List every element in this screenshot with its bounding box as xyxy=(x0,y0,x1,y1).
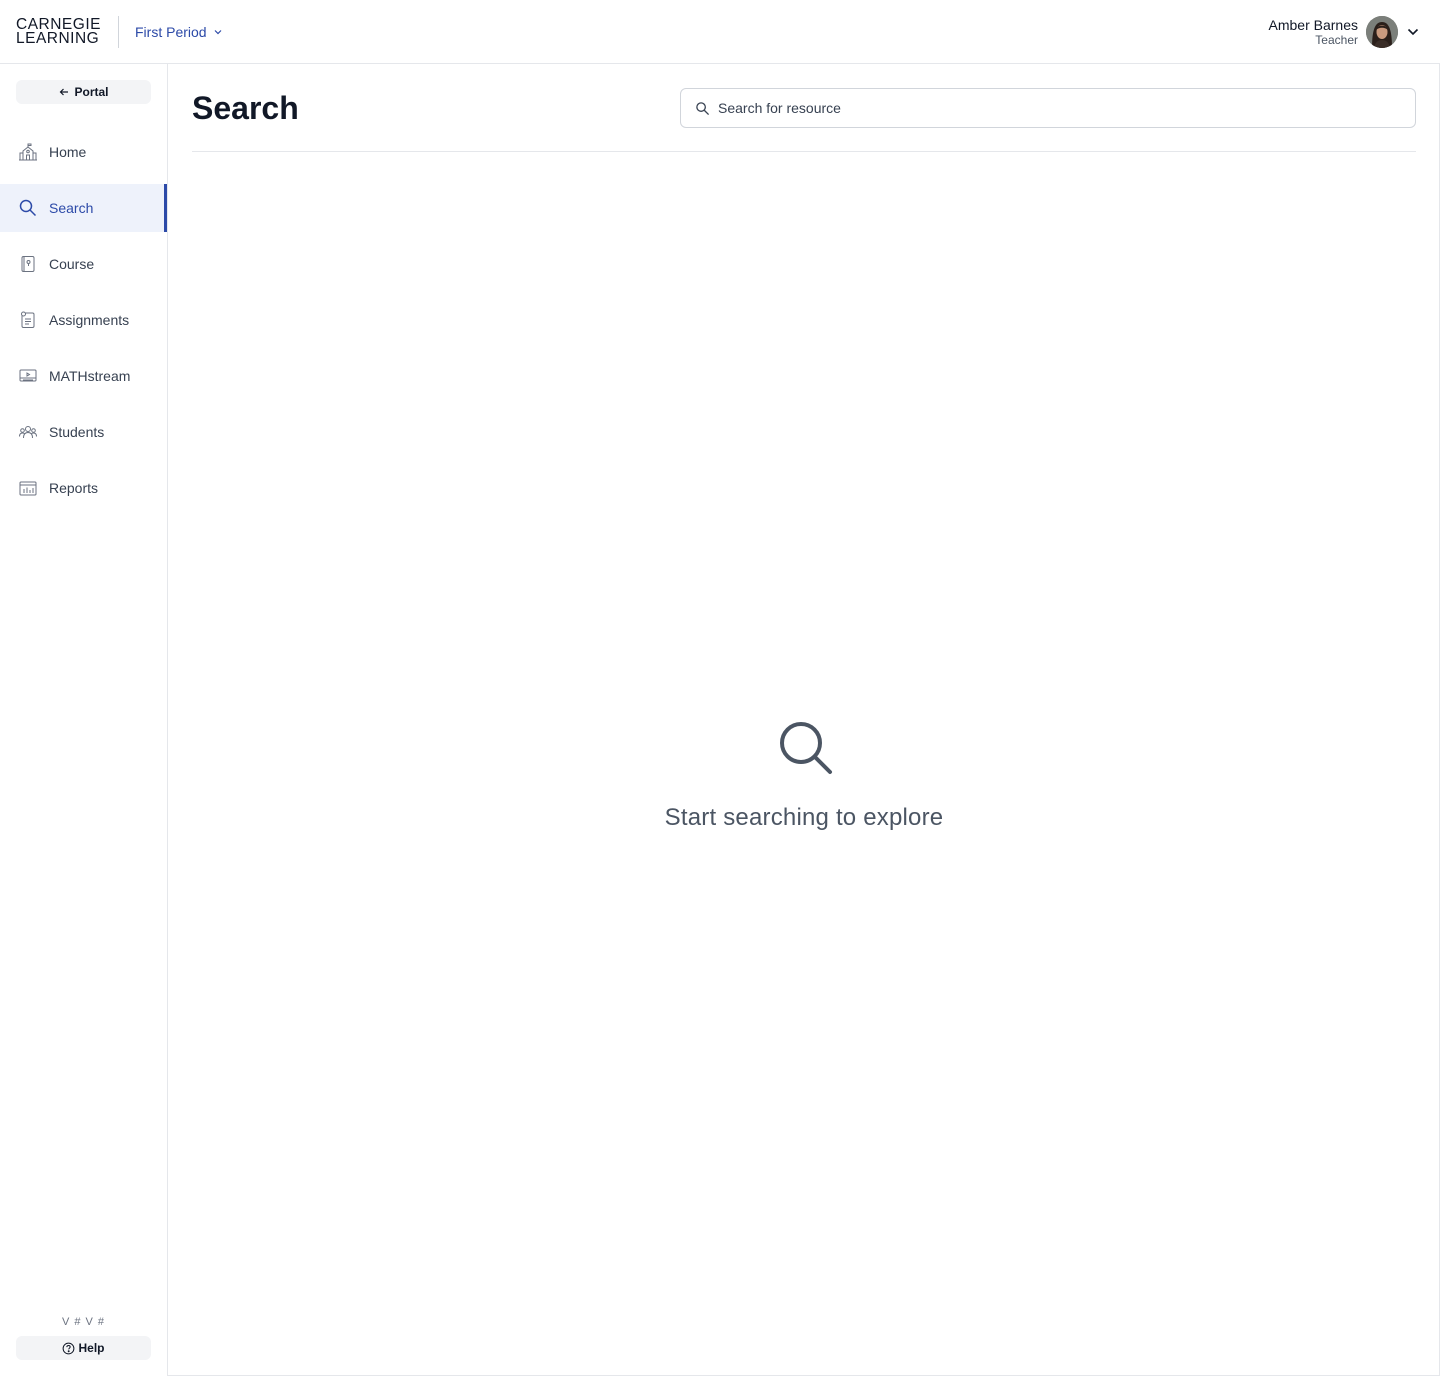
version-label: V # V # xyxy=(61,1316,106,1328)
sidebar-item-home[interactable]: Home xyxy=(0,128,167,176)
sidebar-item-label: Reports xyxy=(49,480,99,496)
avatar-portrait-icon xyxy=(1366,16,1398,48)
logo-line-2: LEARNING xyxy=(16,30,100,47)
reports-icon xyxy=(19,481,37,496)
sidebar-item-label: MATHstream xyxy=(49,368,131,384)
sidebar-item-label: Search xyxy=(49,200,94,216)
class-selector[interactable]: First Period xyxy=(135,22,223,42)
top-bar: CARNEGIE LEARNING First Period Amber Bar… xyxy=(0,0,1440,64)
assignment-icon xyxy=(21,311,35,328)
school-icon xyxy=(19,143,37,161)
carnegie-learning-logo[interactable]: CARNEGIE LEARNING xyxy=(16,17,104,47)
user-role: Teacher xyxy=(1315,33,1358,47)
sidebar-item-course[interactable]: Course xyxy=(0,240,167,288)
video-icon xyxy=(19,369,37,382)
help-button-label: Help xyxy=(78,1341,105,1355)
help-button[interactable]: Help xyxy=(16,1336,151,1360)
sidebar-item-reports[interactable]: Reports xyxy=(0,464,167,512)
empty-state: Start searching to explore xyxy=(168,716,1440,832)
search-box[interactable] xyxy=(680,88,1416,128)
students-icon xyxy=(19,426,37,439)
user-info: Amber Barnes Teacher xyxy=(1269,17,1358,47)
arrow-left-icon xyxy=(60,88,69,96)
sidebar-item-search[interactable]: Search xyxy=(0,184,167,232)
empty-state-message: Start searching to explore xyxy=(664,804,944,831)
sidebar: Portal Home Search Course Assignments MA… xyxy=(0,64,168,1376)
user-name: Amber Barnes xyxy=(1268,17,1358,33)
sidebar-item-assignments[interactable]: Assignments xyxy=(0,296,167,344)
portal-button-label: Portal xyxy=(74,85,109,99)
help-circle-icon xyxy=(63,1342,75,1354)
search-icon xyxy=(696,101,710,115)
avatar[interactable] xyxy=(1366,16,1398,48)
chevron-down-icon xyxy=(214,30,222,35)
sidebar-item-students[interactable]: Students xyxy=(0,408,167,456)
search-input[interactable] xyxy=(718,90,1415,126)
portal-button[interactable]: Portal xyxy=(16,80,151,104)
user-menu[interactable]: Amber Barnes Teacher xyxy=(1269,14,1420,50)
book-icon xyxy=(21,256,35,272)
page-title: Search xyxy=(192,90,299,126)
header-divider xyxy=(118,16,119,48)
search-icon xyxy=(19,199,37,217)
app-frame xyxy=(0,0,1440,1376)
chevron-down-icon[interactable] xyxy=(1406,25,1420,39)
sidebar-item-label: Assignments xyxy=(49,312,130,328)
sidebar-item-label: Students xyxy=(49,424,105,440)
class-selector-label: First Period xyxy=(135,24,207,40)
sidebar-item-mathstream[interactable]: MATHstream xyxy=(0,352,167,400)
main-divider xyxy=(192,151,1416,152)
sidebar-item-label: Course xyxy=(49,256,95,272)
sidebar-item-label: Home xyxy=(49,144,87,160)
search-large-icon xyxy=(780,722,832,774)
sidebar-nav: Home Search Course Assignments MATHstrea… xyxy=(0,128,167,520)
